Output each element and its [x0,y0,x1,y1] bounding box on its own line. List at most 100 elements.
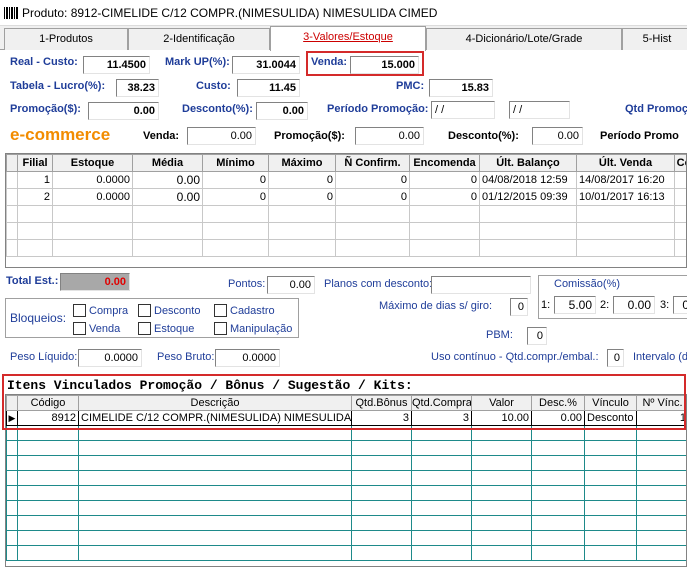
peso-liquido-field[interactable]: 0.0000 [78,349,142,367]
empty-cell [17,440,79,456]
cell-ult-balanco[interactable]: 04/08/2018 12:59 [479,171,577,189]
col-header-filial[interactable]: Filial [17,154,53,172]
col-header-codigo[interactable]: Código [17,395,79,411]
pmc-field[interactable]: 15.83 [429,79,493,97]
table-row[interactable]: 2 0.0000 0.00 0 0 0 0 01/12/2015 09:39 1… [6,188,686,206]
tab-valores-estoque[interactable]: 3-Valores/Estoque [270,26,426,51]
cell-nao-confirm[interactable]: 0 [335,188,410,206]
ecommerce-desconto-field[interactable]: 0.00 [532,127,583,145]
bloqueio-cadastro[interactable] [214,304,227,320]
cell-maximo[interactable]: 0 [268,188,336,206]
comissao-1-label: 1: [541,299,551,311]
col-header-qtd-bonus[interactable]: Qtd.Bônus [351,395,412,411]
checkbox[interactable] [73,304,86,317]
table-row[interactable]: ▶ 8912 CIMELIDE C/12 COMPR.(NIMESULIDA) … [6,410,686,426]
cell-desc-pct[interactable]: 0.00 [531,410,585,426]
cell-maximo[interactable]: 0 [268,171,336,189]
empty-cell [6,440,18,456]
col-header-desc-pct[interactable]: Desc.% [531,395,585,411]
cell-estoque[interactable]: 0.0000 [52,188,133,206]
cell-filial[interactable]: 1 [17,171,53,189]
venda-field[interactable]: 15.000 [350,56,419,74]
cell-filial[interactable]: 2 [17,188,53,206]
cell-encomenda[interactable]: 0 [409,171,480,189]
table-row[interactable]: 1 0.0000 0.00 0 0 0 0 04/08/2018 12:59 1… [6,171,686,189]
cell-minimo[interactable]: 0 [202,188,269,206]
bloqueio-compra[interactable] [73,304,86,320]
cell-encomenda[interactable]: 0 [409,188,480,206]
col-header-ult-balanco[interactable]: Últ. Balanço [479,154,577,172]
cell-num-vinc[interactable]: 1 [636,410,686,426]
col-header-qtd-compra[interactable]: Qtd.Compra [411,395,472,411]
checkbox[interactable] [214,304,227,317]
vinculados-grid[interactable]: Código Descrição Qtd.Bônus Qtd.Compra Va… [5,394,687,567]
cell-media[interactable]: 0.00 [132,188,203,206]
bloqueio-venda[interactable] [73,322,86,338]
cell-estoque[interactable]: 0.0000 [52,171,133,189]
checkbox[interactable] [138,304,151,317]
col-header-ult-venda[interactable]: Últ. Venda [576,154,675,172]
cell-minimo[interactable]: 0 [202,171,269,189]
tab-dicionario-lote-grade[interactable]: 4-Dicionário/Lote/Grade [426,28,622,50]
ecommerce-venda-field[interactable]: 0.00 [187,127,256,145]
col-header-media[interactable]: Média [132,154,203,172]
col-header-encomenda[interactable]: Encomenda [409,154,480,172]
cell-descricao[interactable]: CIMELIDE C/12 COMPR.(NIMESULIDA) NIMESUL… [78,410,352,426]
bloqueio-estoque[interactable] [138,322,151,338]
checkbox[interactable] [138,322,151,335]
periodo-inicio-field[interactable]: / / [431,101,495,119]
peso-bruto-field[interactable]: 0.0000 [215,349,280,367]
cell-vinculo[interactable]: Desconto [584,410,637,426]
col-header-estoque[interactable]: Estoque [52,154,133,172]
comissao-3-label: 3: [660,299,670,311]
planos-desconto-field[interactable] [431,276,531,294]
custo-field[interactable]: 11.45 [237,79,300,97]
empty-cell [78,455,352,471]
estoque-grid[interactable]: Filial Estoque Média Mínimo Máximo Ñ Con… [5,153,687,268]
bloqueio-manipulacao[interactable] [214,322,227,338]
comissao-2-label: 2: [600,299,610,311]
cell-media[interactable]: 0.00 [132,171,203,189]
cell-qtd-compra[interactable]: 3 [411,410,472,426]
checkbox[interactable] [73,322,86,335]
cell-comissao[interactable] [674,171,686,189]
col-header-valor[interactable]: Valor [471,395,532,411]
cell-valor[interactable]: 10.00 [471,410,532,426]
col-header-descricao[interactable]: Descrição [78,395,352,411]
real-custo-field[interactable]: 11.4500 [83,56,150,74]
desconto-field[interactable]: 0.00 [256,102,308,120]
tabela-lucro-field[interactable]: 38.23 [116,79,159,97]
col-header-vinculo[interactable]: Vínculo [584,395,637,411]
col-header-nao-confirm[interactable]: Ñ Confirm. [335,154,410,172]
max-dias-giro-field[interactable]: 0 [510,298,528,316]
cell-comissao[interactable] [674,188,686,206]
empty-cell [584,545,637,561]
tab-produtos[interactable]: 1-Produtos [4,28,128,50]
bloqueio-desconto[interactable] [138,304,151,320]
empty-cell [411,440,472,456]
uso-continuo-field[interactable]: 0 [607,349,624,367]
cell-qtd-bonus[interactable]: 3 [351,410,412,426]
cell-codigo[interactable]: 8912 [17,410,79,426]
cell-nao-confirm[interactable]: 0 [335,171,410,189]
tab-identificacao[interactable]: 2-Identificação [128,28,270,50]
markup-field[interactable]: 31.0044 [232,56,300,74]
comissao-1-field[interactable]: 5.00 [554,296,596,314]
pontos-field[interactable]: 0.00 [267,276,315,294]
tab-historico[interactable]: 5-Hist [622,28,687,50]
col-header-minimo[interactable]: Mínimo [202,154,269,172]
comissao-2-field[interactable]: 0.00 [613,296,655,314]
cell-ult-balanco[interactable]: 01/12/2015 09:39 [479,188,577,206]
col-header-num-vinc[interactable]: Nº Vínc. [636,395,686,411]
comissao-3-field[interactable]: 0 [673,296,687,314]
promocao-field[interactable]: 0.00 [88,102,159,120]
ecommerce-promocao-field[interactable]: 0.00 [355,127,424,145]
empty-cell [351,485,412,501]
periodo-fim-field[interactable]: / / [509,101,570,119]
checkbox[interactable] [214,322,227,335]
cell-ult-venda[interactable]: 14/08/2017 16:20 [576,171,675,189]
cell-ult-venda[interactable]: 10/01/2017 16:13 [576,188,675,206]
col-header-maximo[interactable]: Máximo [268,154,336,172]
col-header-comissao[interactable]: Comis. C [674,154,686,172]
pbm-field[interactable]: 0 [527,327,547,345]
